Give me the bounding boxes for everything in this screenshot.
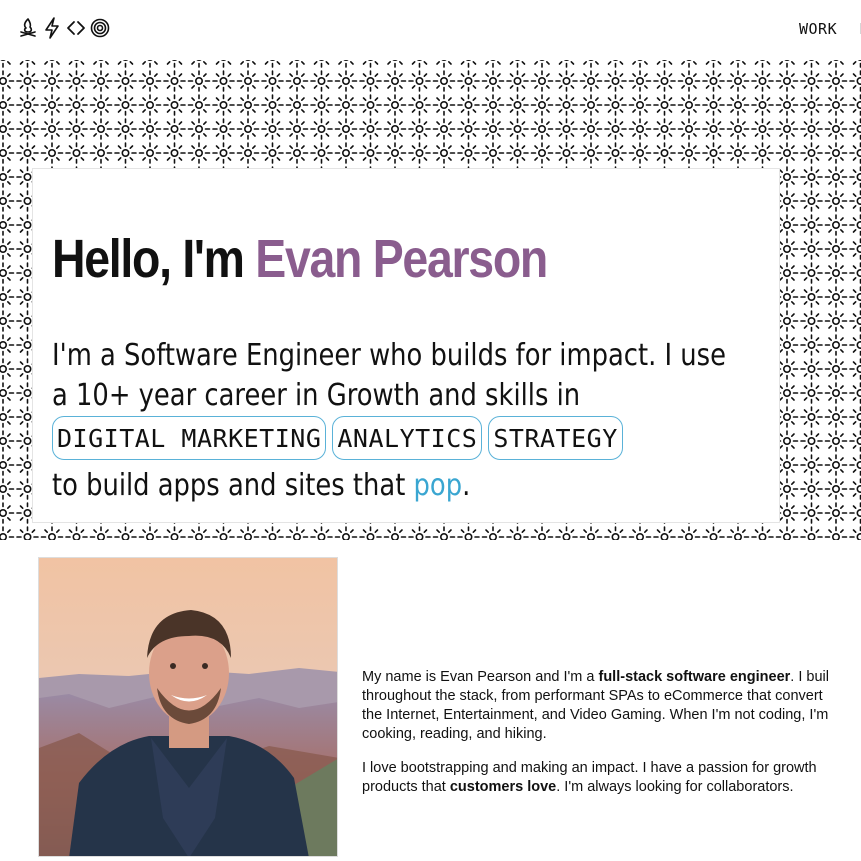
campfire-icon <box>18 16 38 40</box>
skill-tags: DIGITAL MARKETING ANALYTICS STRATEGY <box>52 416 623 460</box>
nav-link-work[interactable]: WORK <box>799 20 837 38</box>
hero-line4-prefix: to build apps and sites that <box>52 468 414 503</box>
pop-link[interactable]: pop <box>414 468 463 503</box>
about-p1-text-a: My name is Evan Pearson and I'm a <box>362 669 599 685</box>
lightning-icon <box>42 16 62 40</box>
tag-digital-marketing[interactable]: DIGITAL MARKETING <box>52 416 327 460</box>
profile-photo <box>38 557 338 857</box>
about-p1-line-4: cooking, reading, and hiking. <box>362 726 547 742</box>
hero-heading: Hello, I'm Evan Pearson <box>52 224 548 294</box>
about-paragraph-2: I love bootstrapping and making an impac… <box>362 759 861 797</box>
about-p2-text-a: products that <box>362 779 450 795</box>
hero-greeting: Hello, I'm <box>52 229 256 289</box>
tag-strategy[interactable]: STRATEGY <box>488 416 623 460</box>
about-p1-text-c: . I buil <box>790 669 829 685</box>
about-p1-emphasis: full-stack software engineer <box>598 669 791 685</box>
hero-line4-suffix: . <box>462 468 471 503</box>
about-text: My name is Evan Pearson and I'm a full-s… <box>362 668 861 812</box>
tag-analytics[interactable]: ANALYTICS <box>332 416 483 460</box>
hero-intro-line-2: a 10+ year career in Growth and skills i… <box>52 378 581 413</box>
top-nav: WORK F <box>0 0 861 60</box>
about-p2-line-1: I love bootstrapping and making an impac… <box>362 760 817 776</box>
nav-links: WORK F <box>799 20 861 38</box>
about-p1-line-2: throughout the stack, from performant SP… <box>362 688 823 704</box>
target-icon <box>90 16 110 40</box>
about-p1-line-3: the Internet, Entertainment, and Video G… <box>362 707 829 723</box>
hero-intro-line-4: to build apps and sites that pop. <box>52 466 470 506</box>
code-brackets-icon <box>66 16 86 40</box>
hero-intro-line-1: I'm a Software Engineer who builds for i… <box>52 338 726 373</box>
about-p2-emphasis: customers love <box>449 779 557 795</box>
hero-name: Evan Pearson <box>255 229 548 289</box>
logo[interactable] <box>18 16 110 40</box>
about-p2-text-c: . I'm always looking for collaborators. <box>556 779 794 795</box>
about-paragraph-1: My name is Evan Pearson and I'm a full-s… <box>362 668 861 744</box>
